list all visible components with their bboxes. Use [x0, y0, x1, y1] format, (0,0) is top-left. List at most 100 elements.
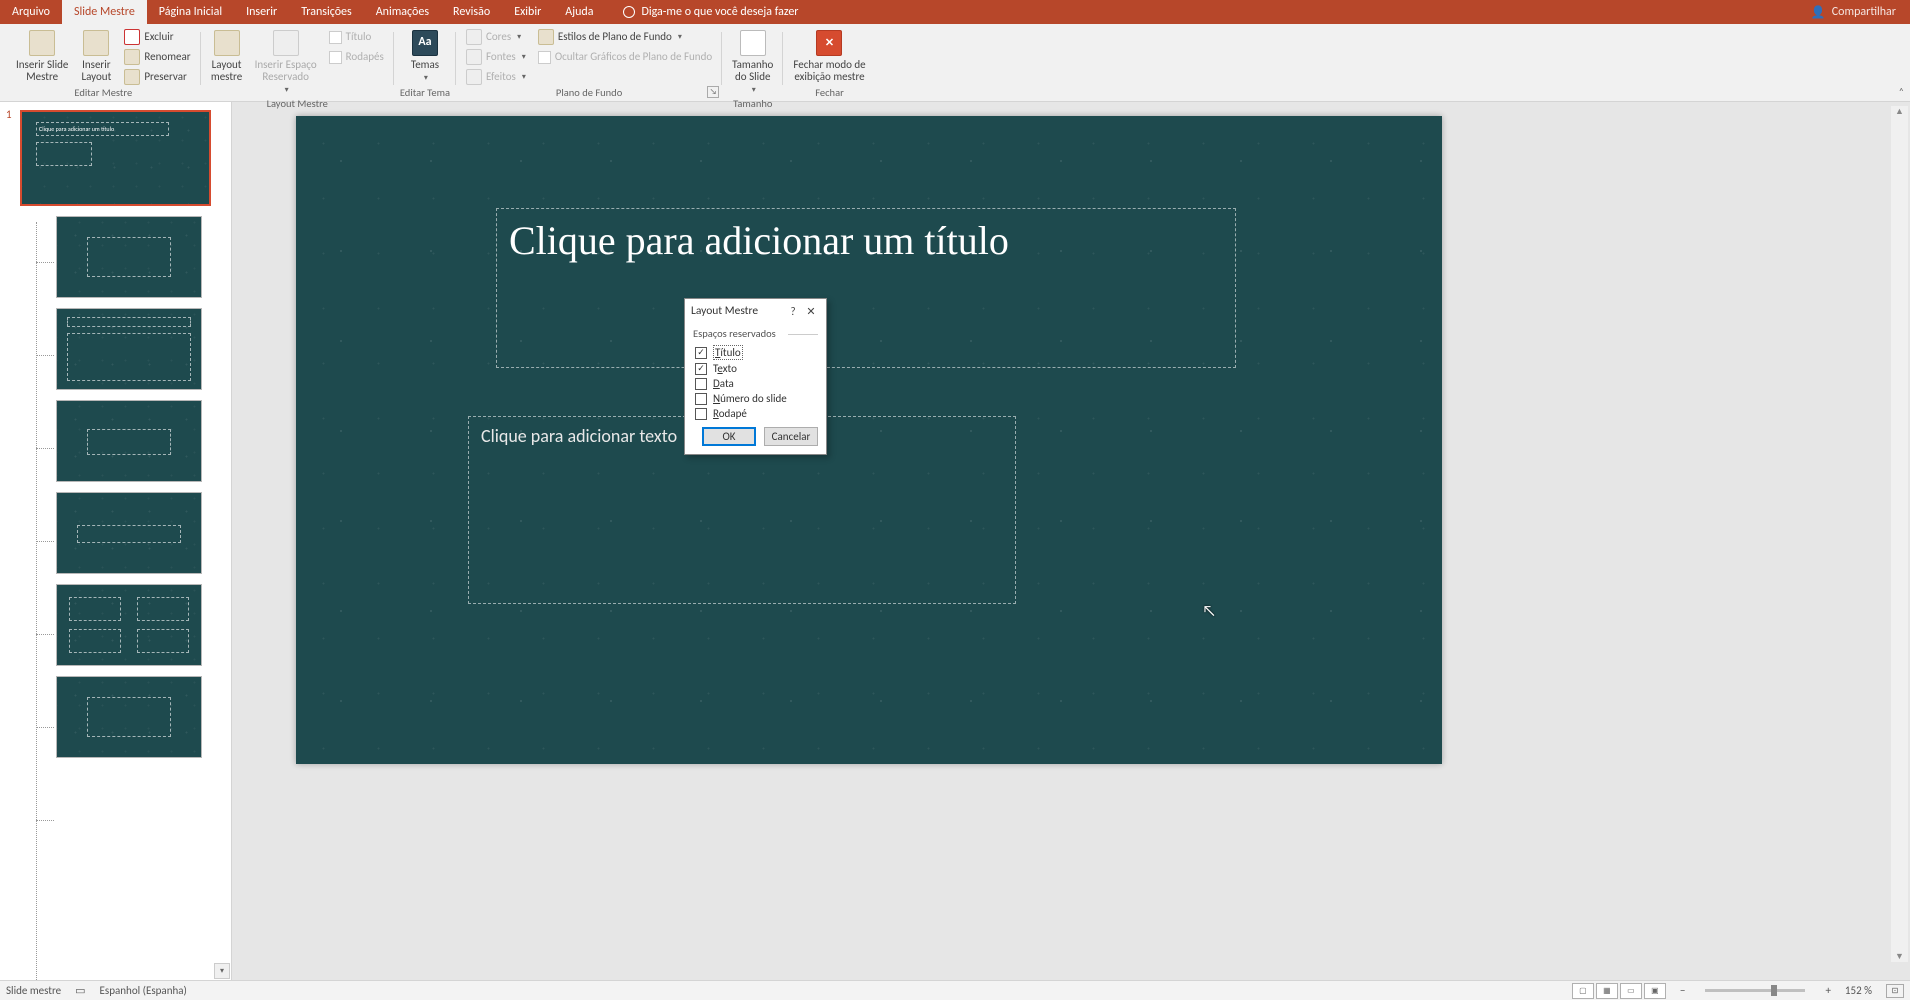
- cursor-icon: ↖: [1202, 602, 1216, 621]
- group-label: Editar Tema: [400, 86, 450, 101]
- cores-button: Cores▾: [462, 28, 530, 46]
- layout-thumbnail[interactable]: [56, 492, 202, 574]
- inserir-layout-label: Inserir Layout: [81, 59, 111, 83]
- thumb-title-ph: Clique para adicionar um título: [36, 122, 169, 136]
- view-buttons: ▢ ▦ ▭ ▣: [1572, 983, 1666, 999]
- tab-arquivo[interactable]: Arquivo: [0, 0, 62, 24]
- tamanho-label: Tamanho do Slide: [732, 59, 773, 83]
- tell-me-search[interactable]: Diga-me o que você deseja fazer: [611, 0, 810, 24]
- tab-revisao[interactable]: Revisão: [441, 0, 502, 24]
- chk-texto-label: Texto: [713, 362, 737, 375]
- title-placeholder[interactable]: Clique para adicionar um título: [496, 208, 1236, 368]
- group-label: Editar Mestre: [74, 86, 132, 101]
- tab-inserir[interactable]: Inserir: [234, 0, 289, 24]
- chk-numero-label: Número do slide: [713, 392, 787, 405]
- chk-texto[interactable]: ✓Texto: [685, 361, 826, 376]
- zoom-out-button[interactable]: −: [1680, 984, 1685, 997]
- preserve-icon: [124, 69, 140, 85]
- slide-size-icon: [740, 30, 766, 56]
- view-reading-button[interactable]: ▭: [1620, 983, 1642, 999]
- view-sorter-button[interactable]: ▦: [1596, 983, 1618, 999]
- group-layout-mestre: Layout mestre Inserir Espaço Reservado ▾…: [201, 26, 394, 101]
- zoom-slider[interactable]: [1705, 989, 1805, 992]
- excluir-button[interactable]: Excluir: [120, 28, 194, 46]
- tab-ajuda[interactable]: Ajuda: [553, 0, 605, 24]
- ok-button[interactable]: OK: [702, 427, 756, 446]
- layout-thumbnail[interactable]: [56, 676, 202, 758]
- master-thumbnail[interactable]: 1 Clique para adicionar um título: [20, 110, 211, 206]
- share-label: Compartilhar: [1832, 5, 1896, 19]
- status-mode: Slide mestre: [6, 984, 61, 997]
- temas-button[interactable]: Temas ▾: [405, 28, 445, 85]
- fechar-label: Fechar modo de exibição mestre: [793, 59, 865, 83]
- tab-transicoes[interactable]: Transições: [289, 0, 364, 24]
- preservar-button[interactable]: Preservar: [120, 68, 194, 86]
- tab-slide-mestre[interactable]: Slide Mestre: [62, 0, 147, 24]
- plano-fundo-dialog-launcher[interactable]: ↘: [707, 86, 719, 98]
- ribbon-collapse-button[interactable]: ˄: [1899, 85, 1904, 98]
- group-label: Plano de Fundo: [556, 86, 622, 101]
- zoom-fit-button[interactable]: ⊡: [1886, 984, 1904, 998]
- dialog-section-label: Espaços reservados: [685, 323, 826, 344]
- slide-master[interactable]: Clique para adicionar um título Clique p…: [296, 116, 1442, 764]
- chevron-down-icon: ▾: [424, 74, 428, 83]
- status-language[interactable]: Espanhol (Espanha): [100, 984, 187, 997]
- zoom-in-button[interactable]: +: [1825, 984, 1830, 997]
- layout-mestre-button[interactable]: Layout mestre: [207, 28, 247, 85]
- chevron-down-icon: ▾: [517, 28, 521, 46]
- cancel-button[interactable]: Cancelar: [764, 427, 818, 446]
- chevron-down-icon: ▾: [752, 86, 756, 95]
- group-editar-tema: Temas ▾ Editar Tema: [394, 26, 456, 101]
- preservar-label: Preservar: [144, 68, 186, 86]
- chevron-down-icon: ▾: [285, 86, 289, 95]
- checkbox-icon: [538, 51, 551, 64]
- chk-numero[interactable]: Número do slide: [685, 391, 826, 406]
- thumbnail-panel[interactable]: 1 Clique para adicionar um título ▾: [0, 102, 232, 980]
- tab-animacoes[interactable]: Animações: [364, 0, 441, 24]
- rodapes-checkbox: Rodapés: [325, 48, 388, 66]
- checkbox-icon: [695, 408, 707, 420]
- thumb-scroll-down[interactable]: ▾: [214, 963, 230, 979]
- share-icon: 👤: [1811, 5, 1826, 20]
- inserir-slide-mestre-label: Inserir Slide Mestre: [16, 59, 68, 83]
- dialog-titlebar[interactable]: Layout Mestre ? ✕: [685, 299, 826, 323]
- view-normal-button[interactable]: ▢: [1572, 983, 1594, 999]
- share-button[interactable]: 👤 Compartilhar: [1797, 0, 1910, 24]
- tab-exibir[interactable]: Exibir: [502, 0, 553, 24]
- group-tamanho: Tamanho do Slide ▾ Tamanho: [722, 26, 783, 101]
- view-slideshow-button[interactable]: ▣: [1644, 983, 1666, 999]
- vertical-scrollbar[interactable]: [1891, 106, 1908, 962]
- layout-thumbnail[interactable]: [56, 400, 202, 482]
- lightbulb-icon: [623, 6, 635, 18]
- titulo-checkbox: Título: [325, 28, 388, 46]
- estilos-button[interactable]: Estilos de Plano de Fundo▾: [534, 28, 716, 46]
- fontes-button: Fontes▾: [462, 48, 530, 66]
- thumb-number: 1: [6, 108, 12, 121]
- zoom-level[interactable]: 152 %: [1845, 984, 1872, 997]
- accessibility-icon[interactable]: ▭: [75, 984, 85, 997]
- efeitos-button: Efeitos▾: [462, 68, 530, 86]
- chk-titulo[interactable]: ✓Título: [685, 344, 826, 361]
- chk-data-label: Data: [713, 377, 734, 390]
- ocultar-checkbox: Ocultar Gráficos de Plano de Fundo: [534, 48, 716, 66]
- layout-thumbnail[interactable]: [56, 308, 202, 390]
- inserir-layout-button[interactable]: Inserir Layout: [76, 28, 116, 85]
- dialog-help-button[interactable]: ?: [784, 305, 802, 318]
- dialog-close-button[interactable]: ✕: [802, 305, 820, 318]
- status-bar: Slide mestre ▭ Espanhol (Espanha) ▢ ▦ ▭ …: [0, 980, 1910, 1000]
- tab-pagina-inicial[interactable]: Página Inicial: [147, 0, 234, 24]
- layout-thumbnail[interactable]: [56, 216, 202, 298]
- inserir-slide-mestre-button[interactable]: Inserir Slide Mestre: [12, 28, 72, 85]
- fontes-label: Fontes: [486, 48, 516, 66]
- tamanho-slide-button[interactable]: Tamanho do Slide ▾: [728, 28, 777, 97]
- chk-rodape[interactable]: Rodapé: [685, 406, 826, 421]
- fechar-mestre-button[interactable]: Fechar modo de exibição mestre: [789, 28, 869, 85]
- canvas-area[interactable]: Clique para adicionar um título Clique p…: [232, 102, 1910, 980]
- estilos-label: Estilos de Plano de Fundo: [558, 28, 672, 46]
- renomear-button[interactable]: Renomear: [120, 48, 194, 66]
- layout-thumbnail[interactable]: [56, 584, 202, 666]
- tree-branch: [36, 634, 54, 635]
- layout-mestre-dialog[interactable]: Layout Mestre ? ✕ Espaços reservados ✓Tí…: [684, 298, 827, 455]
- chk-data[interactable]: Data: [685, 376, 826, 391]
- excluir-label: Excluir: [144, 28, 173, 46]
